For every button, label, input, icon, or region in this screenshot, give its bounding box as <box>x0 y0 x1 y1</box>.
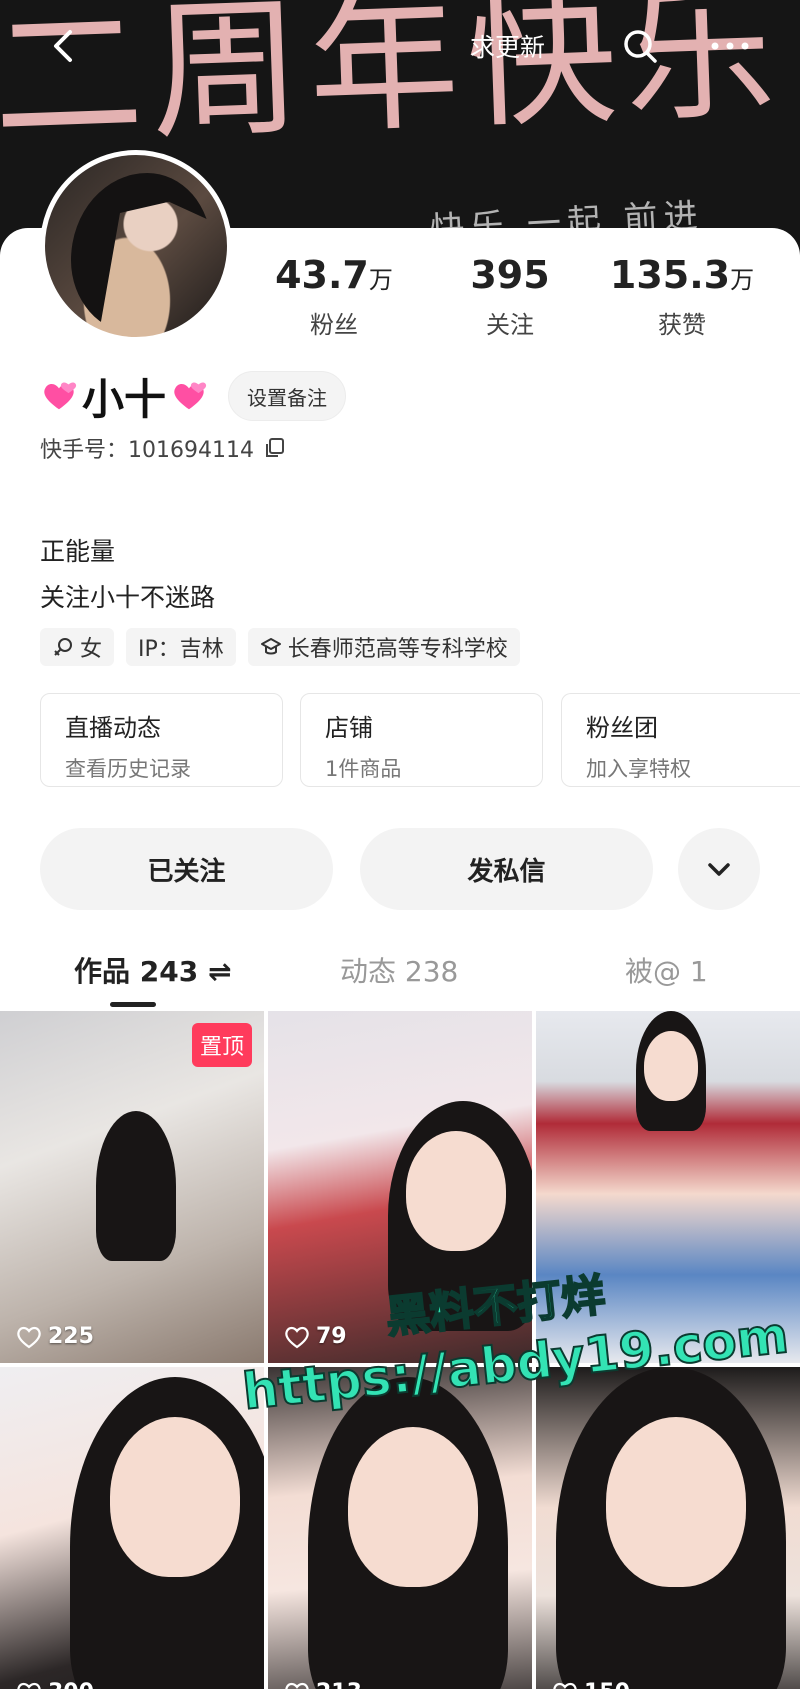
post-tile[interactable]: 置顶 225 <box>0 1011 264 1363</box>
heart-emoji-icon <box>44 382 77 410</box>
heart-outline-icon <box>17 1326 41 1348</box>
chevron-left-icon <box>54 30 72 62</box>
stat-followers[interactable]: 43.7万 粉丝 <box>254 252 414 340</box>
feature-subtitle: 加入享特权 <box>586 757 691 781</box>
active-tab-indicator <box>110 1002 156 1007</box>
feature-fan-club[interactable]: 粉丝团 加入享特权 <box>561 693 800 787</box>
set-remark-button[interactable]: 设置备注 <box>228 371 347 421</box>
female-icon <box>54 638 72 656</box>
tag-ip-label: IP：吉林 <box>138 637 224 662</box>
heart-outline-icon <box>553 1682 577 1689</box>
bio-line-2: 关注小十不迷路 <box>40 583 216 612</box>
post-face <box>644 1031 698 1101</box>
back-button[interactable] <box>44 26 84 66</box>
post-face <box>348 1427 478 1587</box>
content-tabs: 作品 243 ⇌ 动态 238 被@ 1 <box>0 940 800 1010</box>
search-button[interactable] <box>620 26 660 66</box>
feature-title: 直播动态 <box>65 714 161 742</box>
heart-emoji-icon <box>174 382 207 410</box>
top-bar: 求更新 <box>0 0 800 90</box>
request-update-button[interactable]: 求更新 <box>470 28 545 64</box>
search-icon <box>624 30 657 63</box>
bio-line-1: 正能量 <box>40 537 116 566</box>
post-likes: 225 <box>16 1324 94 1349</box>
post-face <box>606 1417 746 1587</box>
stat-following-label: 关注 <box>486 311 534 339</box>
post-likes-count: 213 <box>316 1680 362 1689</box>
more-dots-icon <box>711 42 749 50</box>
tab-moments[interactable]: 动态 238 <box>340 950 458 990</box>
tag-gender-label: 女 <box>80 637 103 662</box>
followed-button[interactable]: 已关注 <box>40 828 333 910</box>
tab-works[interactable]: 作品 243 ⇌ <box>74 950 231 990</box>
post-tile[interactable]: 300 <box>0 1367 264 1689</box>
name-row: 小十 设置备注 <box>40 368 347 424</box>
school-icon <box>260 638 281 655</box>
chevron-down-icon <box>708 863 730 876</box>
feature-subtitle: 查看历史记录 <box>65 757 191 781</box>
post-face <box>110 1417 240 1577</box>
feature-live-history[interactable]: 直播动态 查看历史记录 <box>40 693 283 787</box>
profile-name: 小十 <box>82 374 167 424</box>
stat-likes-value: 135.3万 <box>609 253 755 297</box>
send-message-button[interactable]: 发私信 <box>360 828 653 910</box>
tag-gender: 女 <box>40 628 115 666</box>
pinned-badge: 置顶 <box>191 1023 252 1067</box>
feature-subtitle: 1件商品 <box>325 757 402 781</box>
post-likes-count: 225 <box>48 1324 94 1349</box>
tag-school[interactable]: 长春师范高等专科学校 <box>247 628 520 666</box>
stat-likes[interactable]: 135.3万 获赞 <box>602 252 762 340</box>
more-button[interactable] <box>705 26 755 66</box>
avatar[interactable] <box>40 150 232 342</box>
heart-outline-icon <box>17 1682 41 1689</box>
stat-likes-label: 获赞 <box>658 311 706 339</box>
tag-ip: IP：吉林 <box>126 628 236 666</box>
stat-followers-value: 43.7万 <box>275 253 393 297</box>
stat-followers-label: 粉丝 <box>310 311 358 339</box>
post-likes: 213 <box>284 1680 362 1689</box>
copy-icon[interactable] <box>264 437 286 459</box>
feature-title: 店铺 <box>325 714 373 742</box>
post-likes: 300 <box>16 1680 94 1689</box>
tab-mentions[interactable]: 被@ 1 <box>625 950 708 990</box>
profile-tags: 女 IP：吉林 长春师范高等专科学校 <box>40 628 520 666</box>
stat-following[interactable]: 395 关注 <box>430 252 590 340</box>
kuaishou-id-row: 快手号：101694114 <box>40 432 286 464</box>
feature-title: 粉丝团 <box>586 714 658 742</box>
feature-shop[interactable]: 店铺 1件商品 <box>300 693 543 787</box>
heart-outline-icon <box>285 1682 309 1689</box>
post-face <box>406 1131 506 1251</box>
avatar-hair <box>71 173 211 333</box>
stat-following-value: 395 <box>470 253 550 297</box>
expand-button[interactable] <box>678 828 760 910</box>
kuaishou-id: 快手号：101694114 <box>40 438 254 463</box>
post-likes-count: 300 <box>48 1680 94 1689</box>
post-figure <box>96 1111 176 1261</box>
post-likes-count: 150 <box>584 1680 630 1689</box>
post-likes: 150 <box>552 1680 630 1689</box>
tag-school-label: 长春师范高等专科学校 <box>287 637 508 662</box>
